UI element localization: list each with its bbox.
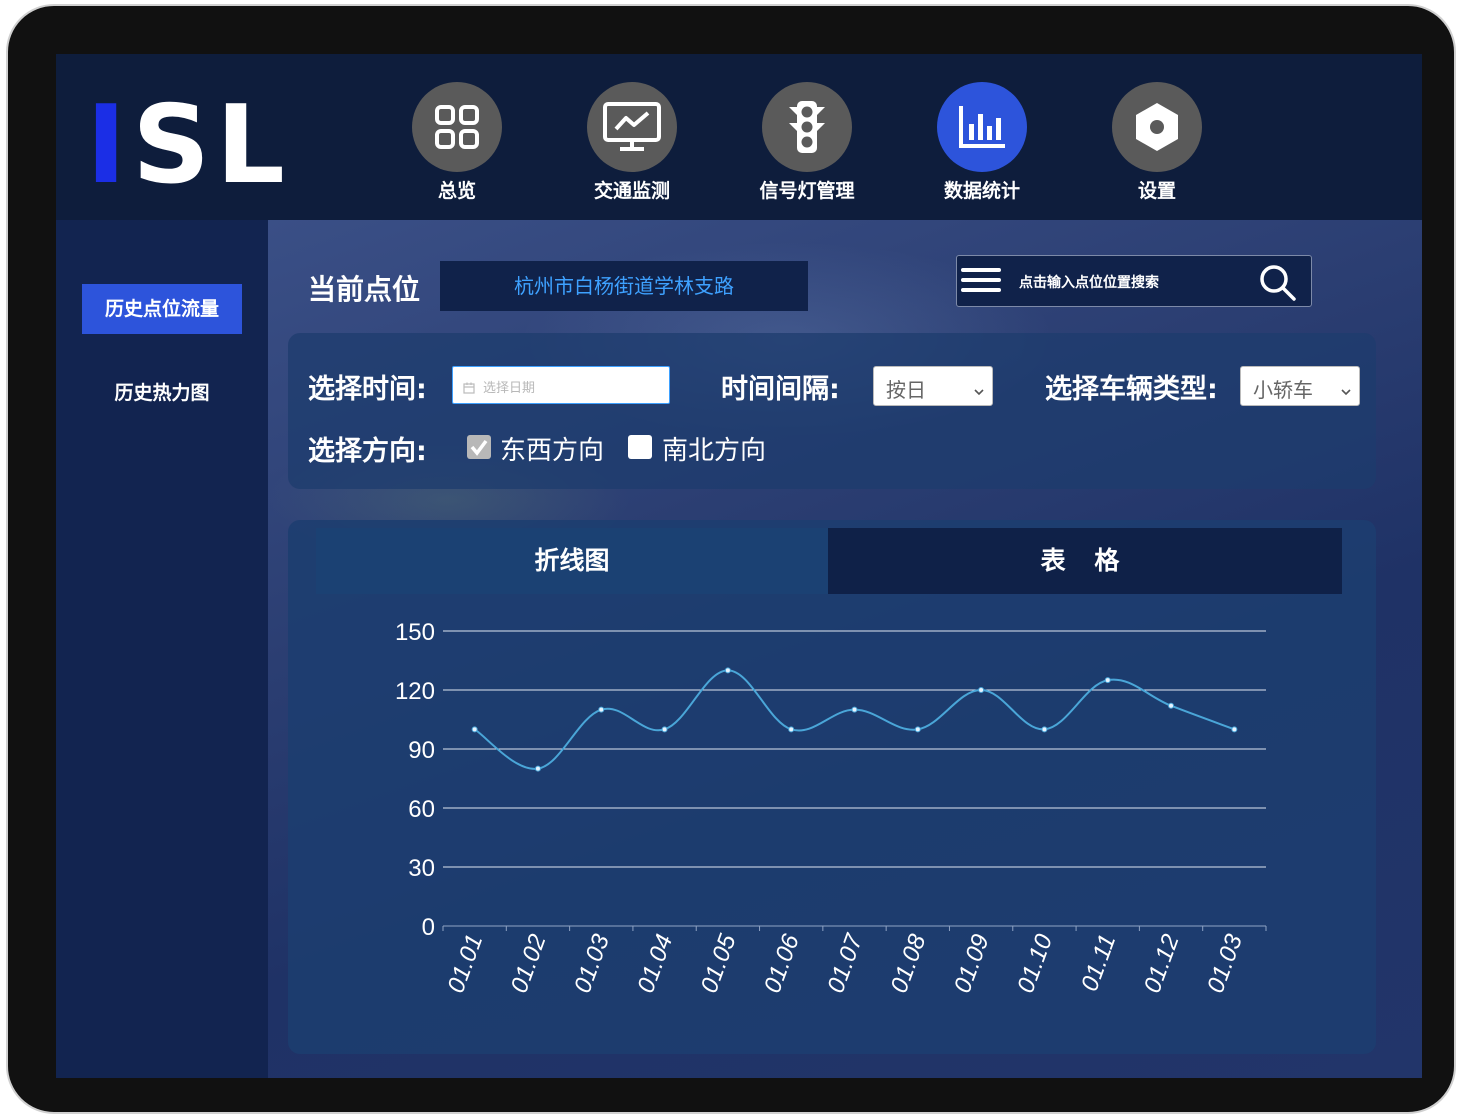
- east-west-checkbox[interactable]: [467, 435, 491, 459]
- filter-panel: 选择时间: 选择日期 时间间隔: 按日 选择车辆类型: 小轿车 选择方向: 东西…: [288, 333, 1376, 489]
- x-tick-label: 01.09: [949, 931, 995, 997]
- nav-label: 设置: [1137, 180, 1176, 202]
- tab-table[interactable]: 表 格: [828, 528, 1342, 594]
- search-icon[interactable]: [1257, 262, 1297, 306]
- bar-chart-icon: [937, 82, 1027, 172]
- direction-label: 选择方向:: [308, 436, 427, 467]
- chevron-down-icon: [974, 381, 984, 400]
- data-point: [534, 765, 541, 772]
- check-icon: [470, 439, 488, 456]
- vehicle-type-label: 选择车辆类型:: [1045, 374, 1218, 405]
- calendar-icon: [463, 379, 475, 398]
- tablet-frame: ISL 总览 交通监测 信号灯管理 数据统计 设置 历史点位流量 历史热力图 当…: [6, 4, 1456, 1114]
- main-content: 当前点位 杭州市白杨街道学林支路 点击输入点位位置搜索 选择时间: 选择日期 时…: [268, 220, 1422, 1078]
- location-label: 当前点位: [308, 273, 421, 306]
- south-north-checkbox[interactable]: [628, 435, 652, 459]
- vehicle-type-select[interactable]: 小轿车: [1240, 366, 1360, 406]
- x-tick-label: 01.12: [1139, 931, 1185, 997]
- nav-label: 数据统计: [943, 180, 1020, 202]
- x-tick-label: 01.02: [506, 931, 552, 997]
- menu-icon[interactable]: [961, 266, 1001, 300]
- nav-signal-management[interactable]: 信号灯管理: [742, 82, 872, 203]
- chevron-down-icon: [1341, 381, 1351, 400]
- x-tick-label: 01.01: [442, 931, 488, 997]
- date-placeholder: 选择日期: [483, 381, 536, 396]
- vehicle-type-value: 小轿车: [1253, 378, 1313, 402]
- nav-traffic-monitor[interactable]: 交通监测: [567, 82, 697, 203]
- interval-label: 时间间隔:: [721, 374, 840, 405]
- nav-label: 交通监测: [593, 180, 670, 202]
- location-search-box[interactable]: 点击输入点位位置搜索: [956, 255, 1312, 307]
- monitor-icon: [587, 82, 677, 172]
- x-tick-label: 01.11: [1076, 931, 1121, 995]
- x-tick-label: 01.04: [632, 931, 678, 997]
- east-west-label: 东西方向: [500, 436, 605, 466]
- search-placeholder: 点击输入点位位置搜索: [1019, 275, 1159, 291]
- tab-line-chart[interactable]: 折线图: [316, 528, 828, 594]
- nav-settings[interactable]: 设置: [1092, 82, 1222, 203]
- series-line: [474, 669, 1235, 770]
- data-point: [724, 667, 731, 674]
- nav-label: 信号灯管理: [759, 180, 855, 202]
- location-value: 杭州市白杨街道学林支路: [440, 261, 808, 311]
- nav-label: 总览: [437, 180, 476, 202]
- data-point: [1041, 726, 1048, 733]
- top-header: ISL 总览 交通监测 信号灯管理 数据统计 设置: [56, 54, 1422, 220]
- data-point: [471, 726, 478, 733]
- y-tick-label: 0: [422, 914, 435, 941]
- x-tick-label: 01.07: [822, 929, 868, 996]
- data-point: [1231, 726, 1238, 733]
- data-point: [851, 706, 858, 713]
- x-tick-label: 01.03: [1202, 930, 1248, 996]
- line-chart: 0 30 60 90 120 150 01.01 01.02 01.03 01.04 01.05 01…: [395, 619, 1267, 997]
- y-tick-label: 120: [395, 678, 435, 705]
- x-tick-label: 01.10: [1012, 930, 1058, 996]
- app-screen: ISL 总览 交通监测 信号灯管理 数据统计 设置 历史点位流量 历史热力图 当…: [56, 54, 1422, 1078]
- y-tick-label: 60: [408, 796, 435, 823]
- hexagon-gear-icon: [1112, 82, 1202, 172]
- y-tick-label: 30: [408, 855, 435, 882]
- y-tick-label: 150: [395, 619, 435, 646]
- traffic-light-icon: [762, 82, 852, 172]
- y-tick-label: 90: [408, 737, 435, 764]
- x-tick-label: 01.06: [759, 930, 805, 996]
- x-tick-label: 01.08: [886, 930, 932, 996]
- interval-select[interactable]: 按日: [873, 366, 993, 406]
- data-point: [914, 726, 921, 733]
- x-tick-label: 01.05: [696, 930, 742, 996]
- data-point: [788, 726, 795, 733]
- south-north-label: 南北方向: [662, 436, 767, 466]
- data-point: [1104, 677, 1111, 684]
- data-point: [978, 687, 985, 693]
- x-tick-label: 01.03: [569, 930, 615, 996]
- grid-icon: [412, 82, 502, 172]
- chart-panel: 折线图 表 格 0 30 60 90 120 150 01.01 01.02 01.03 01.0…: [288, 520, 1376, 1054]
- sidebar-item-history-heatmap[interactable]: 历史热力图: [82, 368, 242, 418]
- data-point: [661, 726, 668, 733]
- time-label: 选择时间:: [308, 374, 427, 405]
- nav-data-statistics[interactable]: 数据统计: [917, 82, 1047, 203]
- app-logo: ISL: [86, 83, 291, 208]
- sidebar: 历史点位流量 历史热力图: [56, 220, 268, 1078]
- interval-value: 按日: [886, 378, 926, 402]
- sidebar-item-history-flow[interactable]: 历史点位流量: [82, 284, 242, 334]
- nav-overview[interactable]: 总览: [392, 82, 522, 203]
- date-picker-input[interactable]: 选择日期: [452, 366, 670, 404]
- data-point: [1168, 702, 1175, 709]
- data-point: [598, 706, 605, 713]
